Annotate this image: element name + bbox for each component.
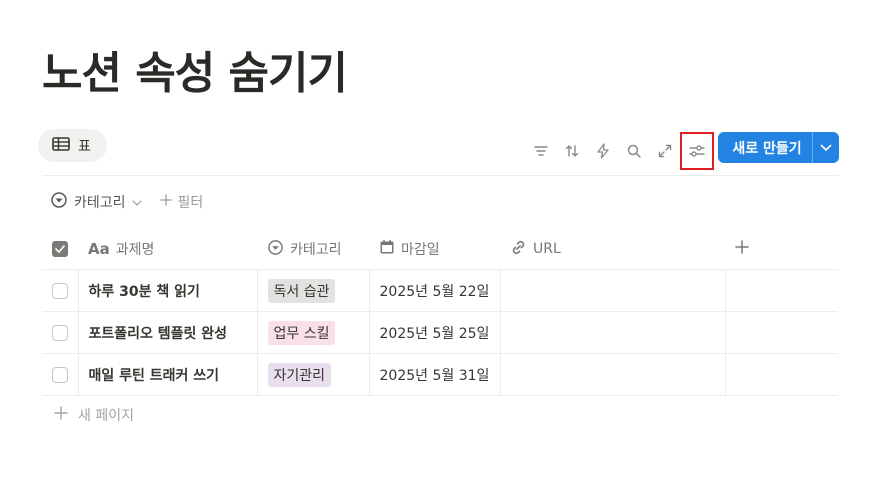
plus-icon	[159, 194, 172, 210]
table-row[interactable]: 포트폴리오 템플릿 완성 업무 스킬 2025년 5월 25일	[42, 311, 838, 354]
add-filter-label: 필터	[177, 195, 204, 211]
deadline-value: 2025년 5월 25일	[379, 325, 490, 342]
column-header-title[interactable]: Aa 과제명	[78, 229, 257, 270]
column-url-label: URL	[533, 241, 561, 257]
title-cell[interactable]: 매일 루틴 트래커 쓰기	[77, 353, 257, 396]
column-title-label: 과제명	[115, 242, 155, 258]
plus-icon	[735, 240, 749, 258]
row-checkbox[interactable]	[51, 282, 68, 299]
empty-cell	[724, 353, 838, 396]
select-property-icon	[50, 191, 68, 213]
new-page-label: 새 페이지	[78, 408, 134, 424]
sort-icon[interactable]	[556, 137, 587, 165]
row-checkbox[interactable]	[51, 324, 68, 341]
category-tag: 자기관리	[267, 362, 332, 387]
title-cell[interactable]: 하루 30분 책 읽기	[77, 269, 257, 312]
add-filter-button[interactable]: 필터	[159, 192, 204, 212]
row-checkbox[interactable]	[51, 366, 68, 383]
row-title: 포트폴리오 템플릿 완성	[88, 325, 228, 342]
view-toolbar	[525, 132, 714, 170]
new-button-label: 새로 만들기	[732, 140, 802, 157]
filter-bar: 카테고리 필터	[50, 191, 203, 213]
plus-icon	[54, 406, 68, 424]
chevron-down-icon	[131, 194, 142, 210]
column-header-category[interactable]: 카테고리	[257, 229, 369, 270]
table-icon	[52, 136, 70, 155]
settings-sliders-icon[interactable]	[680, 132, 714, 170]
new-button[interactable]: 새로 만들기	[718, 132, 839, 163]
table-row[interactable]: 매일 루틴 트래커 쓰기 자기관리 2025년 5월 31일	[42, 353, 838, 396]
calendar-icon	[379, 239, 395, 259]
page-title[interactable]: 노션 속성 숨기기	[42, 49, 348, 98]
category-filter-label: 카테고리	[74, 195, 126, 211]
chevron-down-icon[interactable]	[813, 144, 839, 152]
search-icon[interactable]	[618, 137, 649, 165]
url-cell[interactable]	[499, 311, 725, 354]
column-category-label: 카테고리	[290, 242, 342, 258]
deadline-cell[interactable]: 2025년 5월 22일	[368, 269, 500, 312]
database-table: Aa 과제명 카테고리 마감일 URL 하루 30분 책 읽기 독서 습관 20…	[42, 229, 838, 396]
title-cell[interactable]: 포트폴리오 템플릿 완성	[77, 311, 257, 354]
select-all-checkbox[interactable]	[52, 241, 68, 257]
empty-cell	[724, 269, 838, 312]
category-cell[interactable]: 자기관리	[256, 353, 369, 396]
row-title: 매일 루틴 트래커 쓰기	[88, 367, 220, 384]
header-filler	[760, 229, 838, 270]
category-cell[interactable]: 독서 습관	[256, 269, 369, 312]
add-property-button[interactable]	[725, 229, 760, 270]
deadline-cell[interactable]: 2025년 5월 31일	[368, 353, 500, 396]
text-property-icon: Aa	[88, 240, 110, 258]
row-checkbox-cell	[42, 353, 78, 396]
row-checkbox-cell	[42, 269, 78, 312]
filter-icon[interactable]	[525, 137, 556, 165]
deadline-value: 2025년 5월 22일	[379, 283, 490, 300]
column-header-deadline[interactable]: 마감일	[369, 229, 500, 270]
expand-icon[interactable]	[649, 137, 680, 165]
deadline-value: 2025년 5월 31일	[379, 367, 490, 384]
toolbar-divider	[42, 175, 839, 176]
category-tag: 독서 습관	[267, 278, 336, 303]
tab-table-label: 표	[78, 138, 91, 155]
row-checkbox-cell	[42, 311, 78, 354]
category-filter-chip[interactable]: 카테고리	[50, 191, 142, 213]
category-cell[interactable]: 업무 스킬	[256, 311, 369, 354]
row-title: 하루 30분 책 읽기	[88, 283, 200, 300]
url-cell[interactable]	[499, 353, 725, 396]
new-page-button[interactable]: 새 페이지	[54, 405, 134, 425]
category-tag: 업무 스킬	[267, 320, 336, 345]
tab-table-view[interactable]: 표	[38, 129, 107, 162]
table-row[interactable]: 하루 30분 책 읽기 독서 습관 2025년 5월 22일	[42, 269, 838, 312]
select-property-icon	[267, 239, 284, 260]
link-icon	[510, 239, 527, 260]
table-header-row: Aa 과제명 카테고리 마감일 URL	[42, 229, 838, 270]
column-header-url[interactable]: URL	[500, 229, 725, 270]
url-cell[interactable]	[499, 269, 725, 312]
empty-cell	[724, 311, 838, 354]
select-all-cell	[42, 229, 78, 270]
deadline-cell[interactable]: 2025년 5월 25일	[368, 311, 500, 354]
automation-icon[interactable]	[587, 137, 618, 165]
column-deadline-label: 마감일	[401, 242, 440, 258]
